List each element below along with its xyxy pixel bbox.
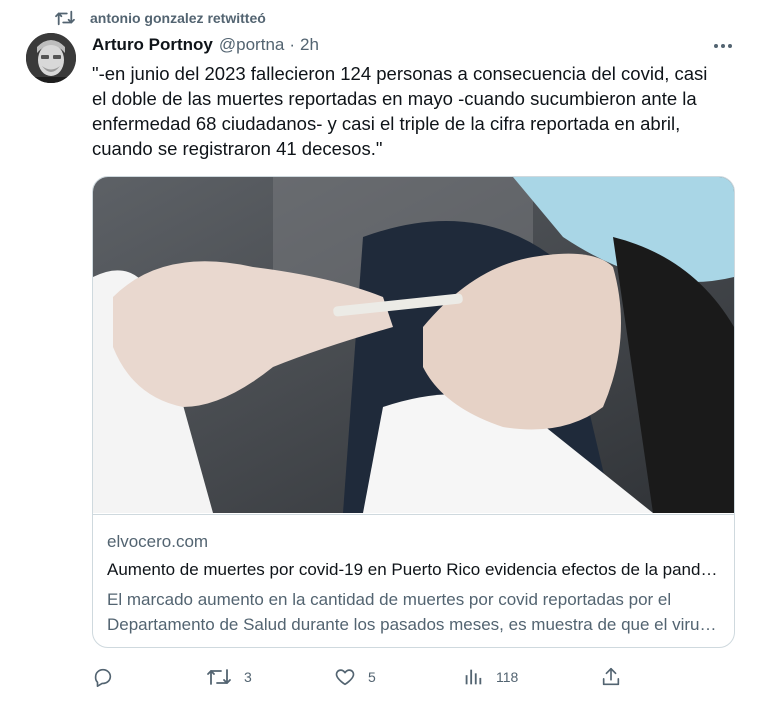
views-button[interactable]: 118	[462, 662, 518, 692]
retweet-label[interactable]: antonio gonzalez retwitteó	[90, 10, 266, 26]
heart-icon	[334, 666, 356, 688]
card-image[interactable]	[93, 177, 734, 513]
retweet-icon	[206, 666, 232, 688]
author-name[interactable]: Arturo Portnoy	[92, 35, 213, 55]
action-bar: 3 5 118	[92, 662, 732, 692]
author-handle[interactable]: @portna	[219, 35, 284, 55]
retweet-icon	[54, 9, 76, 27]
tweet-text: "-en junio del 2023 fallecieron 124 pers…	[92, 63, 708, 159]
link-card[interactable]: elvocero.com Aumento de muertes por covi…	[92, 176, 735, 648]
card-domain: elvocero.com	[107, 532, 209, 551]
card-body[interactable]: elvocero.com Aumento de muertes por covi…	[93, 514, 734, 647]
views-icon	[462, 666, 484, 688]
reply-button[interactable]	[92, 662, 126, 692]
views-count: 118	[496, 669, 519, 685]
share-icon	[600, 666, 622, 688]
tweet-header: Arturo Portnoy @portna · 2h	[92, 34, 319, 56]
retweet-count: 3	[244, 669, 252, 685]
separator-dot: ·	[289, 35, 296, 54]
more-options-button[interactable]	[708, 36, 738, 56]
share-button[interactable]	[600, 662, 634, 692]
avatar[interactable]	[26, 33, 76, 83]
like-count: 5	[368, 669, 376, 685]
tweet-timestamp[interactable]: 2h	[300, 35, 319, 55]
reply-icon	[92, 666, 114, 688]
more-icon	[713, 43, 733, 49]
retweet-context: antonio gonzalez retwitteó	[54, 8, 266, 28]
card-description: El marcado aumento en la cantidad de mue…	[107, 590, 709, 634]
retweet-button[interactable]: 3	[206, 662, 252, 692]
card-title: Aumento de muertes por covid-19 en Puert…	[107, 560, 719, 579]
like-button[interactable]: 5	[334, 662, 376, 692]
